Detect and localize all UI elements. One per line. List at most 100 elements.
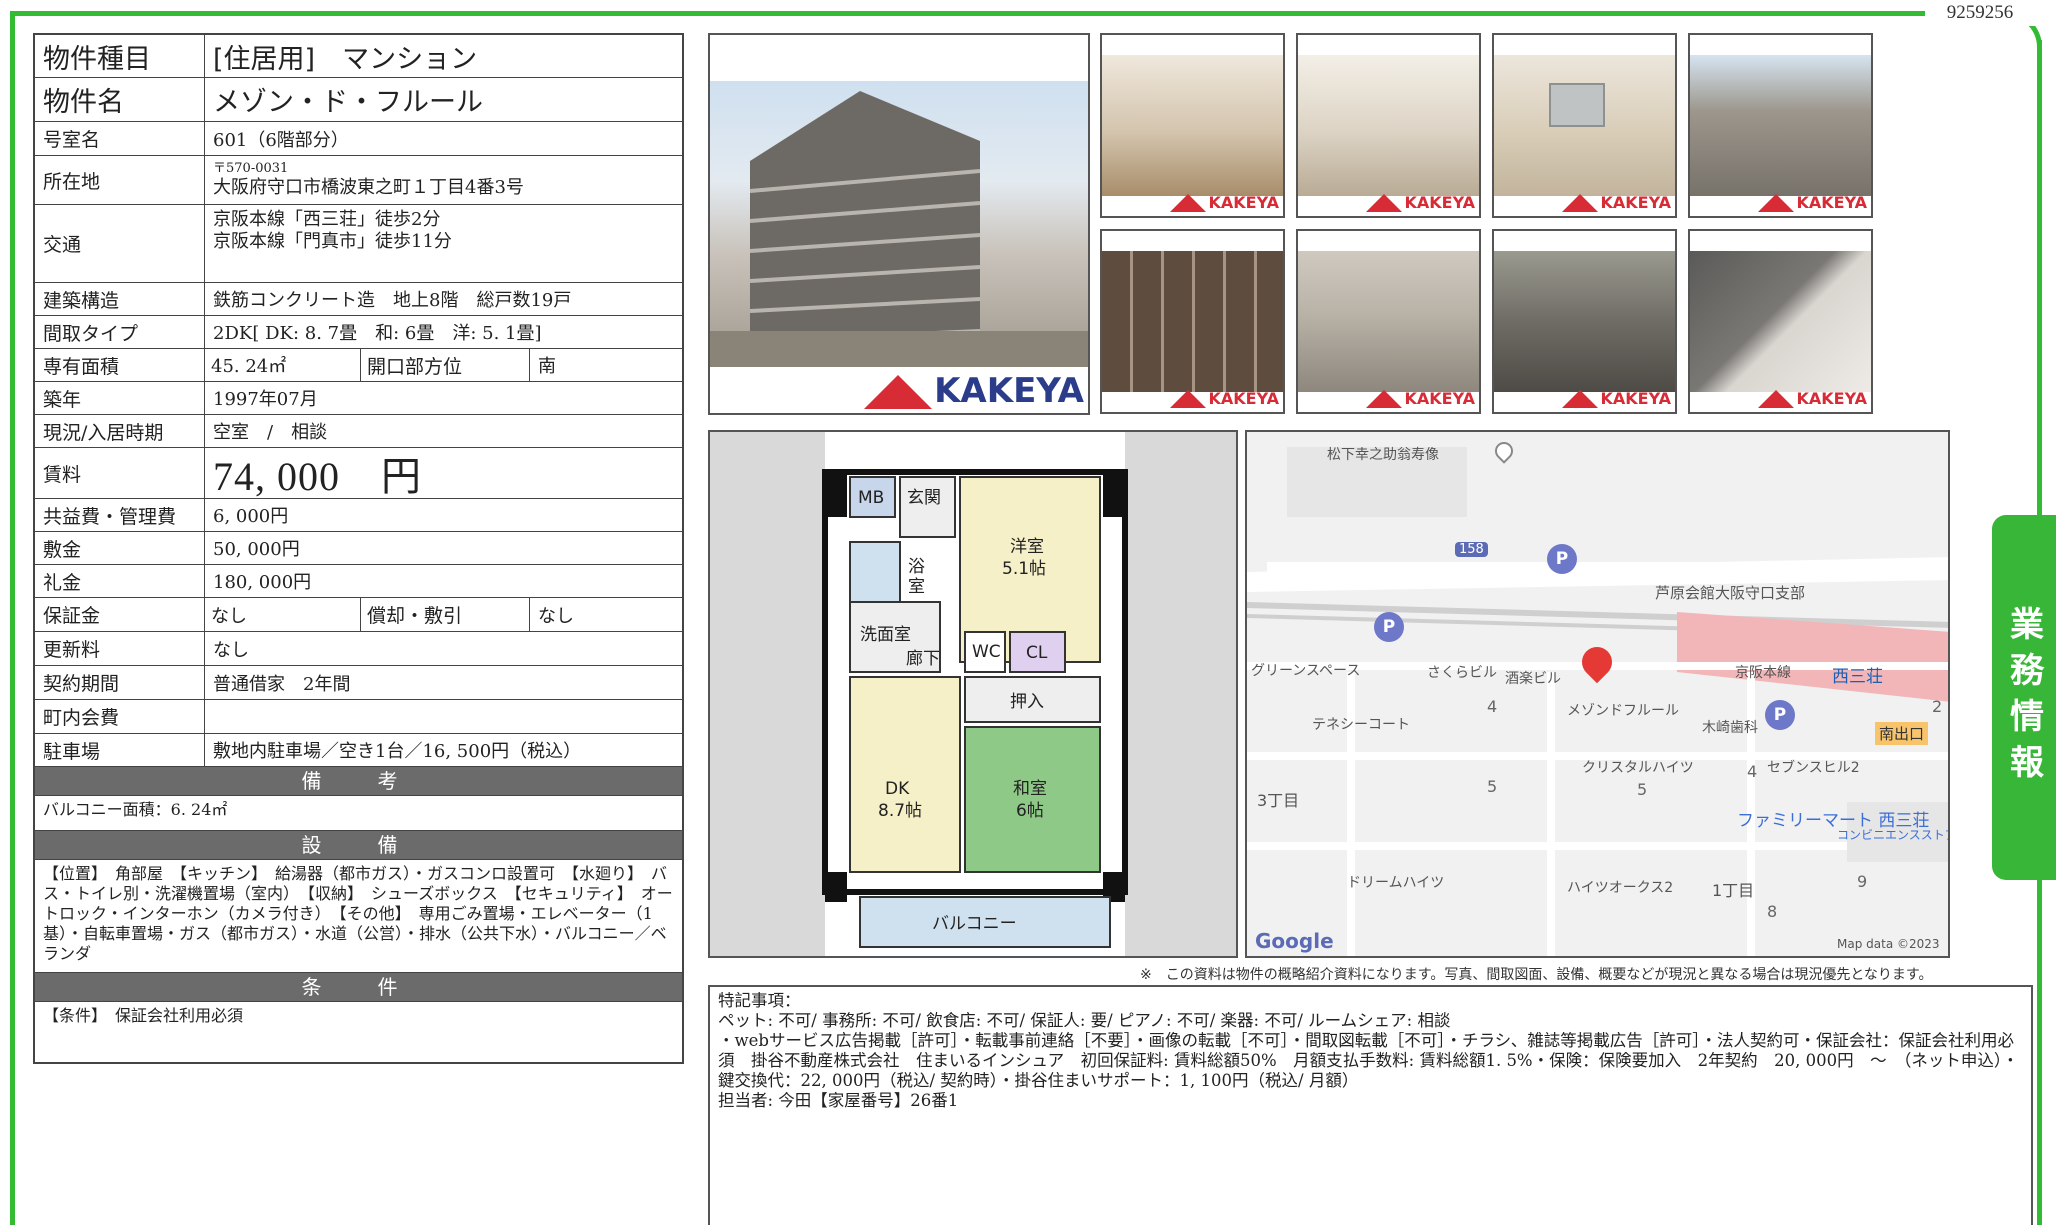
row-guarantee: 保証金 なし 償却・敷引 なし [35, 598, 682, 632]
deposit-value: 50, 000円 [213, 539, 300, 560]
business-info-tab[interactable]: 業務情報 [1992, 515, 2056, 880]
address-cell: 〒570-0031 大阪府守口市橋波東之町１丁目4番3号 [205, 156, 682, 204]
type-label: 物件種目 [35, 35, 205, 77]
rent-label: 賃料 [35, 448, 205, 498]
map-label-convenience: コンビニエンスストア [1837, 828, 1950, 842]
map-label-1chome: 1丁目 [1712, 881, 1755, 900]
photo-thumb-stairs[interactable]: KAKEYA [1296, 33, 1481, 218]
map-block-number: 5 [1487, 777, 1498, 796]
community-value [205, 700, 682, 733]
parking-icon[interactable]: P [1765, 700, 1795, 730]
address-label: 所在地 [35, 156, 205, 204]
map-label-sakura: さくらビル [1427, 665, 1497, 681]
map-label-statue: 松下幸之助翁寿像 [1327, 447, 1439, 463]
thumb-image [1298, 251, 1479, 392]
svg-text:DK: DK [885, 779, 910, 799]
room-label: 号室名 [35, 122, 205, 155]
house-logo-icon [1758, 390, 1795, 408]
main-building-photo[interactable]: KAKEYA [708, 33, 1090, 415]
row-rent: 賃料 74, 000 円 [35, 448, 682, 499]
map-credit: Map data ©2023 [1837, 937, 1940, 951]
house-logo-icon [1758, 194, 1795, 212]
facilities-text: 【位置】 角部屋 【キッチン】 給湯器（都市ガス）・ガスコンロ設置可 【水廻り】… [35, 860, 682, 973]
map-block-number: 4 [1487, 697, 1498, 716]
row-structure: 建築構造 鉄筋コンクリート造 地上8階 総戸数19戸 [35, 283, 682, 316]
kakeya-logo: KAKEYA [1170, 390, 1279, 408]
row-community: 町内会費 [35, 700, 682, 734]
property-id: 9259256 [1925, 0, 2035, 26]
parking-icon[interactable]: P [1547, 544, 1577, 574]
map-label-station: 西三荘 [1832, 667, 1883, 687]
svg-text:6帖: 6帖 [1016, 801, 1044, 821]
map-block-number: 2 [1932, 697, 1943, 716]
row-contract: 契約期間 普通借家 2年間 [35, 666, 682, 700]
postal-code: 〒570-0031 [213, 161, 289, 176]
deposit-label: 敷金 [35, 532, 205, 564]
room-value: 601（6階部分） [213, 129, 349, 151]
map-label-clinic: 木崎歯科 [1702, 720, 1758, 736]
building-photo-image [710, 81, 1088, 367]
logo-text: KAKEYA [934, 371, 1084, 411]
house-logo-icon [1366, 194, 1403, 212]
house-logo-icon [1170, 194, 1207, 212]
conditions-text: 【条件】 保証会社利用必須 [43, 1006, 244, 1025]
map-label-green-space: グリーンスペース [1251, 663, 1361, 679]
photo-thumb-intercom[interactable]: KAKEYA [1492, 33, 1677, 218]
notes-details: ・webサービス広告掲載［許可］・転載事前連絡［不要］・画像の転載［不可］・間取… [718, 1031, 2019, 1090]
map-label-maison: メゾンドフルール [1567, 703, 1679, 719]
row-built: 築年 1997年07月 [35, 382, 682, 415]
svg-text:廊下: 廊下 [906, 649, 940, 669]
photo-thumb-staircase[interactable]: KAKEYA [1688, 229, 1873, 414]
row-area: 専有面積 45. 24㎡ 開口部方位 南 [35, 349, 682, 382]
svg-text:8.7帖: 8.7帖 [878, 801, 922, 821]
key-money-label: 礼金 [35, 565, 205, 597]
house-logo-icon [864, 375, 933, 409]
row-deposit: 敷金 50, 000円 [35, 532, 682, 565]
house-logo-icon [1562, 194, 1599, 212]
map-label-ashihara: 芦原会館大阪守口支部 [1655, 584, 1806, 602]
photo-thumb-entrance[interactable]: KAKEYA [1100, 33, 1285, 218]
row-type: 物件種目 [住居用] マンション [35, 35, 682, 78]
photo-thumb-mailboxes[interactable]: KAKEYA [1100, 229, 1285, 414]
svg-text:バルコニー: バルコニー [932, 914, 1017, 934]
kakeya-logo: KAKEYA [1758, 390, 1867, 408]
notes-heading: 特記事項： [718, 991, 801, 1010]
floor-plan[interactable]: MB 玄関 浴室 洗面室 廊下 洋室 5.1帖 WC CL 押入 DK 8.7帖 和… [708, 430, 1238, 958]
photo-thumb-parking[interactable]: KAKEYA [1296, 229, 1481, 414]
name-label: 物件名 [35, 78, 205, 121]
map-block-number: 8 [1767, 902, 1778, 921]
contract-value: 普通借家 2年間 [213, 673, 351, 695]
photo-thumb-bicycles[interactable]: KAKEYA [1492, 229, 1677, 414]
row-renewal: 更新料 なし [35, 632, 682, 666]
house-logo-icon [1562, 390, 1599, 408]
layout-value: 2DK[ DK: 8. 7畳 和: 6畳 洋: 5. 1畳] [213, 323, 542, 344]
kakeya-logo: KAKEYA [1170, 194, 1279, 212]
map-label-shuraku: 酒楽ビル [1505, 671, 1561, 687]
photo-thumb-exterior[interactable]: KAKEYA [1688, 33, 1873, 218]
kakeya-logo: KAKEYA [1562, 194, 1671, 212]
map-block-number: 4 [1747, 762, 1758, 781]
area-value: 45. 24㎡ [211, 356, 287, 377]
map-block-number: 9 [1857, 872, 1868, 891]
row-room: 号室名 601（6階部分） [35, 122, 682, 156]
building-illustration [710, 91, 1088, 367]
row-parking: 駐車場 敷地内駐車場／空き1台／16, 500円（税込） [35, 734, 682, 767]
house-logo-icon [1170, 390, 1207, 408]
svg-text:洋室: 洋室 [1010, 537, 1044, 557]
area-label: 専有面積 [35, 349, 205, 381]
row-key-money: 礼金 180, 000円 [35, 565, 682, 598]
transport-label: 交通 [35, 205, 205, 282]
google-logo: Google [1255, 929, 1334, 953]
parking-icon[interactable]: P [1374, 612, 1404, 642]
notes-conditions: ペット: 不可/ 事務所: 不可/ 飲食店: 不可/ 保証人: 要/ ピアノ: … [718, 1011, 1451, 1030]
parking-value: 敷地内駐車場／空き1台／16, 500円（税込） [213, 741, 582, 762]
kakeya-logo: KAKEYA [1562, 390, 1671, 408]
thumb-image [1690, 251, 1871, 392]
remarks-text: バルコニー面積：6. 24㎡ [35, 796, 682, 831]
thumb-image [1298, 55, 1479, 196]
status-label: 現況/入居時期 [35, 415, 205, 447]
route-badge: 158 [1455, 542, 1488, 557]
svg-text:室: 室 [908, 577, 925, 597]
property-info-table: 物件種目 [住居用] マンション 物件名 メゾン・ド・フルール 号室名 601（… [33, 33, 684, 1064]
location-map[interactable]: 松下幸之助翁寿像 P P P 芦原会館大阪守口支部 グリーンスペース さくらビル… [1245, 430, 1950, 958]
